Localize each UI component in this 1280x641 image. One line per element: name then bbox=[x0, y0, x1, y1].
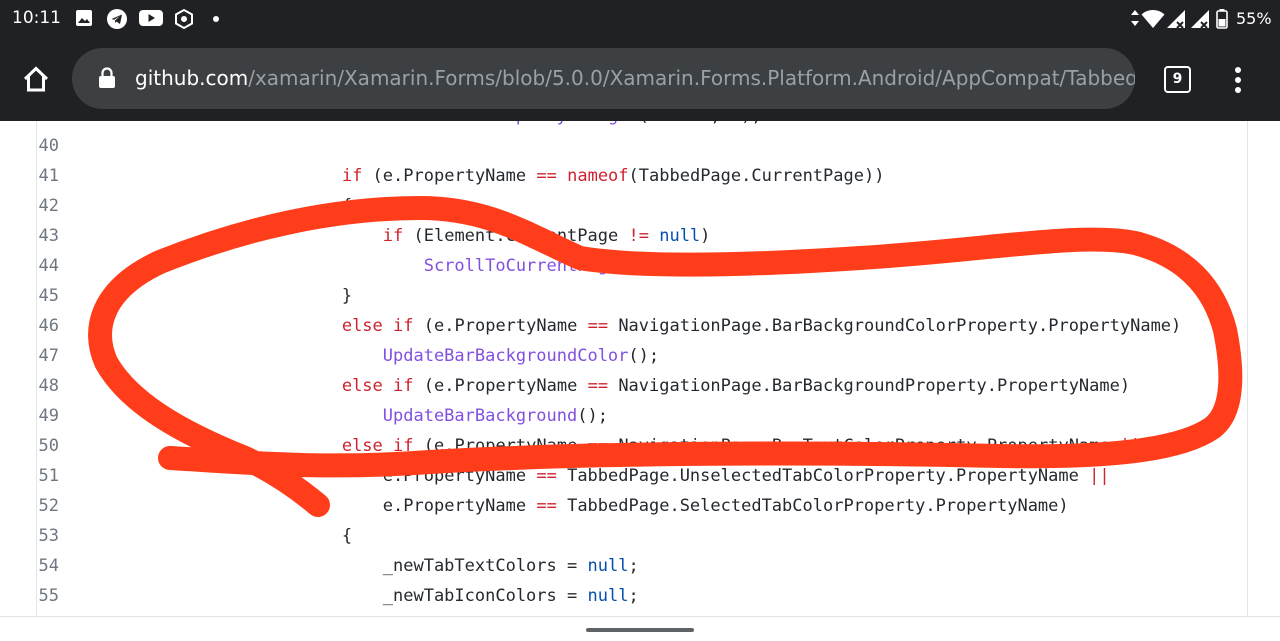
code-line: 48 else if (e.PropertyName == Navigation… bbox=[37, 371, 1247, 401]
code-text: if (e.PropertyName == nameof(TabbedPage.… bbox=[341, 166, 885, 186]
more-options-icon[interactable] bbox=[1228, 66, 1248, 94]
settings-hex-icon bbox=[175, 9, 193, 29]
data-arrows-icon bbox=[1131, 10, 1139, 26]
status-bar: 10:11 55% bbox=[0, 0, 1280, 38]
tab-switcher-button[interactable]: 9 bbox=[1164, 66, 1191, 93]
code-line: 54 _newTabTextColors = null; bbox=[37, 551, 1247, 581]
url-path: /xamarin/Xamarin.Forms/blob/5.0.0/Xamari… bbox=[248, 66, 1135, 90]
code-line: 40 bbox=[38, 136, 59, 156]
code-line: 55 _newTabIconColors = null; bbox=[37, 581, 1247, 611]
url-host: github.com bbox=[135, 66, 249, 90]
code-line: 46 else if (e.PropertyName == Navigation… bbox=[37, 311, 1247, 341]
code-line: 39 base.OnElementPropertyChanged(sender,… bbox=[37, 121, 1247, 131]
code-line: 42 { bbox=[37, 191, 1247, 221]
home-icon[interactable] bbox=[22, 65, 50, 93]
code-line: 52 e.PropertyName == TabbedPage.Selected… bbox=[37, 491, 1247, 521]
code-line: 44 ScrollToCurrentPage(); bbox=[37, 251, 1247, 281]
image-icon bbox=[76, 10, 92, 26]
signal-icon-2 bbox=[1191, 10, 1209, 29]
code-line: 53 { bbox=[37, 521, 1247, 551]
status-time: 10:11 bbox=[12, 8, 61, 28]
code-text: else if (e.PropertyName == NavigationPag… bbox=[341, 436, 1141, 456]
code-text: e.PropertyName == TabbedPage.SelectedTab… bbox=[382, 496, 1069, 516]
code-text: _newTabTextColors = null; bbox=[382, 556, 639, 576]
battery-icon bbox=[1216, 9, 1228, 29]
code-text: else if (e.PropertyName == NavigationPag… bbox=[341, 376, 1131, 396]
code-text: base.OnElementPropertyChanged(sender, e)… bbox=[219, 121, 762, 131]
code-text: UpdateBarBackground(); bbox=[382, 406, 608, 426]
code-text: e.PropertyName == TabbedPage.UnselectedT… bbox=[382, 466, 1110, 486]
code-text: { bbox=[219, 526, 353, 546]
code-line: 51 e.PropertyName == TabbedPage.Unselect… bbox=[37, 461, 1247, 491]
gesture-handle[interactable] bbox=[586, 628, 694, 632]
dot-icon bbox=[213, 16, 219, 22]
code-text: UpdateBarBackgroundColor(); bbox=[382, 346, 660, 366]
code-text: } bbox=[219, 286, 353, 306]
signal-icon bbox=[1167, 10, 1185, 29]
wifi-icon bbox=[1141, 10, 1165, 28]
code-line: 49 UpdateBarBackground(); bbox=[37, 401, 1247, 431]
code-line: 47 UpdateBarBackgroundColor(); bbox=[37, 341, 1247, 371]
bottom-area bbox=[0, 616, 1280, 641]
battery-percent: 55% bbox=[1236, 9, 1272, 28]
code-text: _newTabIconColors = null; bbox=[382, 586, 639, 606]
lock-icon[interactable] bbox=[98, 67, 116, 89]
telegram-icon bbox=[107, 9, 127, 29]
code-text: else if (e.PropertyName == NavigationPag… bbox=[341, 316, 1182, 336]
address-bar[interactable]: github.com/xamarin/Xamarin.Forms/blob/5.… bbox=[72, 48, 1135, 109]
code-text: if (Element.CurrentPage != null) bbox=[382, 226, 711, 246]
code-view: 39 base.OnElementPropertyChanged(sender,… bbox=[36, 121, 1248, 616]
tab-count: 9 bbox=[1172, 71, 1183, 87]
url-text[interactable]: github.com/xamarin/Xamarin.Forms/blob/5.… bbox=[135, 66, 1135, 90]
code-line: 41 if (e.PropertyName == nameof(TabbedPa… bbox=[37, 161, 1247, 191]
code-text: ScrollToCurrentPage(); bbox=[423, 256, 649, 276]
code-line: 45 } bbox=[37, 281, 1247, 311]
browser-toolbar: github.com/xamarin/Xamarin.Forms/blob/5.… bbox=[0, 38, 1280, 121]
code-line: 50 else if (e.PropertyName == Navigation… bbox=[37, 431, 1247, 461]
code-text: { bbox=[219, 196, 353, 216]
youtube-icon bbox=[139, 10, 163, 26]
code-line: 43 if (Element.CurrentPage != null) bbox=[37, 221, 1247, 251]
